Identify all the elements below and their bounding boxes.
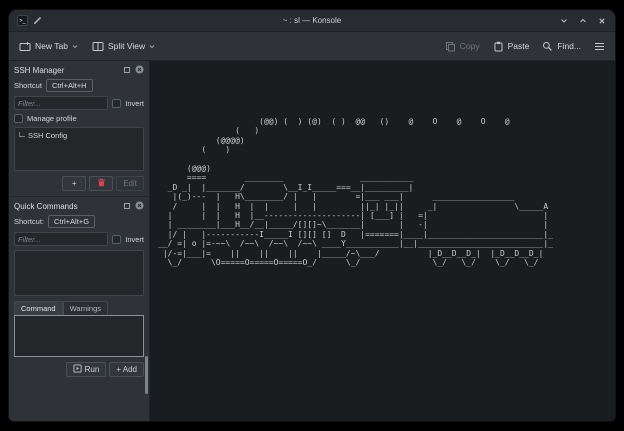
maximize-button[interactable] — [578, 16, 588, 26]
paste-icon — [493, 41, 504, 52]
run-label: Run — [85, 365, 100, 374]
ascii-train-art: (@@) ( ) (@) ( ) @@ () @ O @ O @ ( ) (@@… — [158, 117, 553, 268]
ssh-shortcut-button[interactable]: Ctrl+Alt+H — [46, 79, 93, 92]
new-tab-label: New Tab — [35, 41, 68, 51]
qc-add-button[interactable]: + Add — [109, 362, 144, 377]
copy-icon — [445, 41, 456, 52]
ssh-shortcut-label: Shortcut — [14, 81, 42, 90]
manage-profile-checkbox[interactable] — [14, 114, 23, 123]
hamburger-icon — [594, 42, 605, 51]
ssh-add-button[interactable]: + — [62, 176, 86, 191]
ssh-delete-button[interactable] — [89, 176, 113, 191]
new-tab-icon — [19, 41, 31, 52]
ssh-edit-button[interactable]: Edit — [116, 176, 144, 191]
chevron-down-icon — [72, 44, 78, 49]
ssh-manager-title: SSH Manager — [14, 66, 64, 75]
pencil-icon — [33, 12, 42, 30]
qc-command-editor[interactable] — [14, 315, 144, 357]
close-button[interactable] — [597, 16, 607, 26]
minimize-button[interactable] — [559, 16, 569, 26]
qc-shortcut-button[interactable]: Ctrl+Alt+G — [48, 215, 95, 228]
ssh-manager-header[interactable]: SSH Manager — [9, 61, 149, 79]
window-title: ~ : sl — Konsole — [9, 16, 615, 25]
tree-item-label: SSH Config — [28, 131, 67, 140]
paste-label: Paste — [508, 41, 530, 51]
close-panel-icon[interactable] — [135, 201, 144, 212]
titlebar[interactable]: >_ ~ : sl — Konsole — [9, 10, 615, 32]
qc-run-button[interactable]: Run — [66, 362, 107, 377]
sidebar-scrollbar[interactable] — [145, 61, 148, 421]
ssh-config-tree[interactable]: SSH Config — [14, 127, 144, 171]
scrollbar-thumb[interactable] — [145, 356, 148, 394]
float-panel-icon[interactable] — [123, 66, 131, 76]
qc-invert-checkbox[interactable] — [112, 235, 121, 244]
ssh-invert-label: Invert — [125, 99, 144, 108]
copy-label: Copy — [460, 41, 480, 51]
qc-filter-input[interactable] — [14, 232, 108, 246]
trash-icon — [97, 178, 106, 189]
run-icon — [73, 364, 82, 375]
terminal-area[interactable]: (@@) ( ) (@) ( ) @@ () @ O @ O @ ( ) (@@… — [150, 61, 615, 421]
quick-commands-header[interactable]: Quick Commands — [9, 197, 149, 215]
tab-command[interactable]: Command — [14, 301, 63, 315]
tree-branch-icon — [19, 132, 25, 137]
qc-shortcut-label: Shortcut: — [14, 217, 44, 226]
paste-button[interactable]: Paste — [493, 41, 530, 52]
main-toolbar: New Tab Split View Copy — [9, 32, 615, 61]
quick-commands-title: Quick Commands — [14, 202, 78, 211]
qc-invert-label: Invert — [125, 235, 144, 244]
new-tab-button[interactable]: New Tab — [19, 41, 78, 52]
ssh-invert-checkbox[interactable] — [112, 99, 121, 108]
chevron-down-icon — [149, 44, 155, 49]
qc-tabs: Command Warnings — [9, 301, 149, 315]
ssh-filter-input[interactable] — [14, 96, 108, 110]
split-view-icon — [92, 41, 104, 52]
sidebar: SSH Manager Shortcut Ctrl+Alt+H Invert — [9, 61, 150, 421]
manage-profile-label: Manage profile — [27, 114, 77, 123]
copy-button[interactable]: Copy — [445, 41, 480, 52]
qc-command-list[interactable] — [14, 250, 144, 296]
tab-warnings[interactable]: Warnings — [63, 301, 108, 315]
konsole-window: >_ ~ : sl — Konsole New Tab — [9, 10, 615, 421]
tree-item-ssh-config[interactable]: SSH Config — [19, 131, 139, 140]
find-label: Find... — [557, 41, 581, 51]
search-icon — [542, 41, 553, 52]
float-panel-icon[interactable] — [123, 202, 131, 212]
konsole-app-icon: >_ — [17, 15, 28, 26]
split-view-label: Split View — [108, 41, 145, 51]
split-view-button[interactable]: Split View — [92, 41, 155, 52]
menu-button[interactable] — [594, 42, 605, 51]
find-button[interactable]: Find... — [542, 41, 581, 52]
close-panel-icon[interactable] — [135, 65, 144, 76]
